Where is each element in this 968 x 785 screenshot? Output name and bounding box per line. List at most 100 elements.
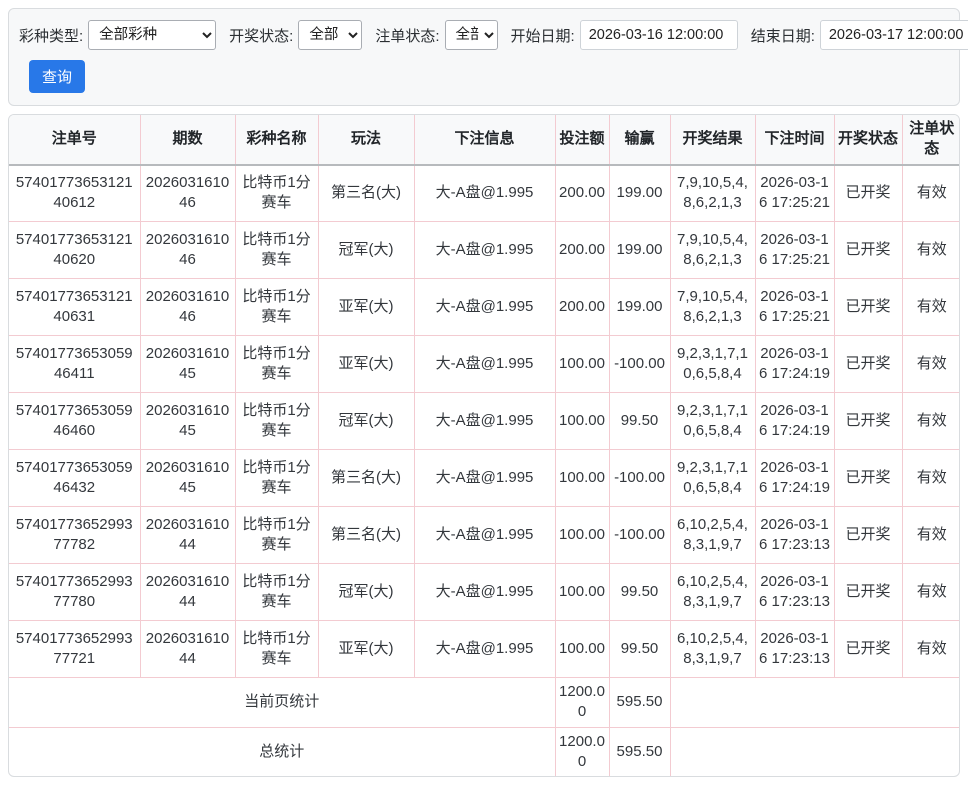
cell-order-id: 5740177365312140631	[9, 278, 141, 336]
cell-period: 202603161045	[139, 392, 236, 450]
cell-order-status: 有效	[901, 449, 959, 507]
lottery-type-select[interactable]: 全部彩种	[88, 20, 217, 50]
column-header-bet-info: 下注信息	[413, 115, 556, 166]
cell-bet-info: 大-A盘@1.995	[413, 392, 556, 450]
table-row: 5740177365305946460 202603161045 比特币1分赛车 冠军…	[9, 392, 959, 450]
cell-play-type: 第三名(大)	[317, 449, 415, 507]
cell-bet-info: 大-A盘@1.995	[413, 563, 556, 621]
query-button[interactable]: 查询	[29, 60, 86, 93]
cell-draw-result: 7,9,10,5,4,8,6,2,1,3	[669, 221, 756, 279]
table-row: 5740177365299377782 202603161044 比特币1分赛车 第三…	[9, 506, 959, 564]
cell-win-loss: 199.00	[608, 278, 671, 336]
cell-bet-amount: 200.00	[554, 221, 610, 279]
table-row: 5740177365299377721 202603161044 比特币1分赛车 亚军…	[9, 620, 959, 678]
cell-bet-info: 大-A盘@1.995	[413, 164, 556, 222]
cell-draw-result: 6,10,2,5,4,8,3,1,9,7	[669, 506, 756, 564]
cell-bet-time: 2026-03-16 17:23:13	[754, 563, 835, 621]
cell-bet-time: 2026-03-16 17:25:21	[754, 164, 835, 222]
table-row: 5740177365312140620 202603161046 比特币1分赛车 冠军…	[9, 221, 959, 279]
cell-lottery-name: 比特币1分赛车	[234, 335, 319, 393]
cell-bet-time: 2026-03-16 17:23:13	[754, 506, 835, 564]
column-header-draw-status: 开奖状态	[833, 115, 903, 166]
cell-order-id: 5740177365305946460	[9, 392, 141, 450]
cell-draw-status: 已开奖	[833, 620, 903, 678]
cell-order-status: 有效	[901, 164, 959, 222]
column-header-win-loss: 输赢	[608, 115, 671, 166]
start-date-group: 开始日期:	[511, 20, 738, 50]
summary-row: 当前页统计 1200.00 595.50	[9, 677, 959, 728]
cell-bet-amount: 100.00	[554, 506, 610, 564]
cell-order-status: 有效	[901, 335, 959, 393]
cell-win-loss: -100.00	[608, 449, 671, 507]
cell-lottery-name: 比特币1分赛车	[234, 449, 319, 507]
cell-bet-amount: 100.00	[554, 392, 610, 450]
cell-period: 202603161044	[139, 620, 236, 678]
column-header-play-type: 玩法	[317, 115, 415, 166]
summary-label: 当前页统计	[9, 677, 556, 728]
cell-draw-result: 9,2,3,1,7,10,6,5,8,4	[669, 449, 756, 507]
cell-order-id: 5740177365299377721	[9, 620, 141, 678]
column-header-bet-amount: 投注额	[554, 115, 610, 166]
order-status-group: 注单状态: 全部	[375, 20, 498, 50]
bet-records-table: 注单号 期数 彩种名称 玩法 下注信息 投注额 输赢 开奖结果 下注时间 开奖状态 注单状态 574…	[9, 115, 959, 776]
summary-bet-total: 1200.00	[554, 677, 610, 728]
cell-bet-time: 2026-03-16 17:23:13	[754, 620, 835, 678]
cell-bet-amount: 200.00	[554, 278, 610, 336]
order-status-select[interactable]: 全部	[444, 20, 498, 50]
cell-lottery-name: 比特币1分赛车	[234, 563, 319, 621]
page: 彩种类型: 全部彩种 开奖状态: 全部 注单状态: 全部 开始日期: 结束日期:…	[0, 0, 968, 785]
cell-order-id: 5740177365299377782	[9, 506, 141, 564]
start-date-input[interactable]	[579, 20, 738, 50]
cell-draw-result: 9,2,3,1,7,10,6,5,8,4	[669, 335, 756, 393]
cell-play-type: 亚军(大)	[317, 620, 415, 678]
cell-period: 202603161046	[139, 278, 236, 336]
cell-bet-amount: 100.00	[554, 449, 610, 507]
cell-lottery-name: 比特币1分赛车	[234, 620, 319, 678]
cell-win-loss: 99.50	[608, 620, 671, 678]
start-date-label: 开始日期:	[510, 27, 575, 45]
cell-order-id: 5740177365312140620	[9, 221, 141, 279]
table-row: 5740177365299377780 202603161044 比特币1分赛车 冠军…	[9, 563, 959, 621]
cell-bet-info: 大-A盘@1.995	[413, 620, 556, 678]
cell-bet-info: 大-A盘@1.995	[413, 221, 556, 279]
cell-play-type: 亚军(大)	[317, 278, 415, 336]
summary-bet-total: 1200.00	[554, 726, 610, 776]
cell-order-id: 5740177365312140612	[9, 164, 141, 222]
draw-status-select[interactable]: 全部	[298, 20, 363, 50]
summary-blank	[669, 726, 959, 776]
end-date-label: 结束日期:	[750, 27, 815, 45]
cell-order-id: 5740177365305946432	[9, 449, 141, 507]
table-row: 5740177365312140612 202603161046 比特币1分赛车 第三…	[9, 164, 959, 222]
cell-play-type: 冠军(大)	[317, 392, 415, 450]
filter-row: 彩种类型: 全部彩种 开奖状态: 全部 注单状态: 全部 开始日期: 结束日期:	[19, 20, 968, 50]
cell-win-loss: 199.00	[608, 164, 671, 222]
cell-bet-info: 大-A盘@1.995	[413, 335, 556, 393]
cell-bet-amount: 200.00	[554, 164, 610, 222]
cell-play-type: 第三名(大)	[317, 164, 415, 222]
table-row: 5740177365305946432 202603161045 比特币1分赛车 第三…	[9, 449, 959, 507]
cell-lottery-name: 比特币1分赛车	[234, 221, 319, 279]
summary-win-loss-total: 595.50	[608, 677, 671, 728]
cell-play-type: 第三名(大)	[317, 506, 415, 564]
end-date-input[interactable]	[819, 20, 968, 50]
cell-bet-amount: 100.00	[554, 620, 610, 678]
cell-order-status: 有效	[901, 221, 959, 279]
cell-draw-status: 已开奖	[833, 449, 903, 507]
cell-order-status: 有效	[901, 620, 959, 678]
lottery-type-label: 彩种类型:	[19, 27, 84, 45]
table-body: 5740177365312140612 202603161046 比特币1分赛车 第三…	[9, 164, 959, 678]
column-header-period: 期数	[139, 115, 236, 166]
cell-play-type: 亚军(大)	[317, 335, 415, 393]
cell-period: 202603161046	[139, 221, 236, 279]
cell-bet-time: 2026-03-16 17:25:21	[754, 278, 835, 336]
summary-win-loss-total: 595.50	[608, 726, 671, 776]
cell-period: 202603161044	[139, 506, 236, 564]
cell-bet-info: 大-A盘@1.995	[413, 449, 556, 507]
cell-lottery-name: 比特币1分赛车	[234, 392, 319, 450]
cell-period: 202603161046	[139, 164, 236, 222]
cell-draw-status: 已开奖	[833, 278, 903, 336]
cell-play-type: 冠军(大)	[317, 563, 415, 621]
summary-row: 总统计 1200.00 595.50	[9, 726, 959, 776]
cell-order-id: 5740177365305946411	[9, 335, 141, 393]
table-header: 注单号 期数 彩种名称 玩法 下注信息 投注额 输赢 开奖结果 下注时间 开奖状态 注单状态	[9, 115, 959, 166]
